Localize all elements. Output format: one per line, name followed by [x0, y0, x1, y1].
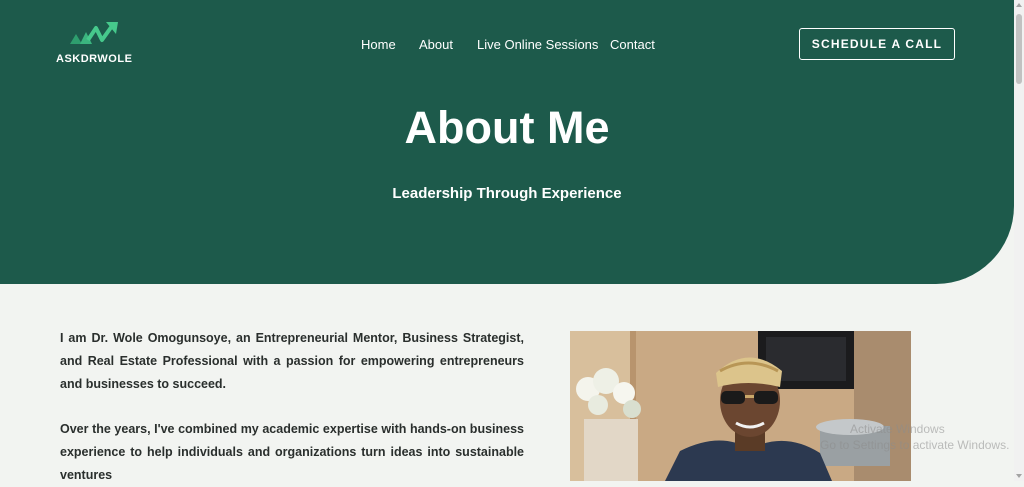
page-scrollbar[interactable] [1014, 0, 1024, 481]
hero-banner: ASKDRWOLE Home About Live Online Session… [0, 0, 1014, 284]
logo-text: ASKDRWOLE [56, 53, 133, 65]
watermark-line-2: Go to Settings to activate Windows. [820, 438, 1010, 452]
watermark-line-1: Activate Windows [850, 422, 945, 436]
nav-home[interactable]: Home [361, 37, 396, 52]
bio-paragraph-1: I am Dr. Wole Omogunsoye, an Entrepreneu… [60, 331, 524, 391]
page-title: About Me [404, 102, 610, 153]
nav-contact[interactable]: Contact [610, 37, 655, 52]
scroll-up-arrow-icon[interactable] [1016, 3, 1022, 7]
bio-paragraph-2: Over the years, I've combined my academi… [60, 422, 524, 482]
page-subtitle: Leadership Through Experience [392, 185, 622, 202]
nav-about[interactable]: About [419, 37, 453, 52]
chart-arrow-logo-icon [70, 22, 118, 44]
scroll-down-arrow-icon[interactable] [1016, 474, 1022, 478]
photo-illustration [570, 331, 911, 481]
nav-live-online-sessions[interactable]: Live Online Sessions [477, 37, 598, 52]
windows-activation-watermark: Activate Windows Go to Settings to activ… [820, 421, 1009, 453]
site-logo[interactable]: ASKDRWOLE [56, 20, 136, 68]
schedule-call-button[interactable]: SCHEDULE A CALL [799, 28, 955, 60]
portrait-photo [570, 331, 911, 481]
scrollbar-thumb[interactable] [1016, 14, 1022, 84]
